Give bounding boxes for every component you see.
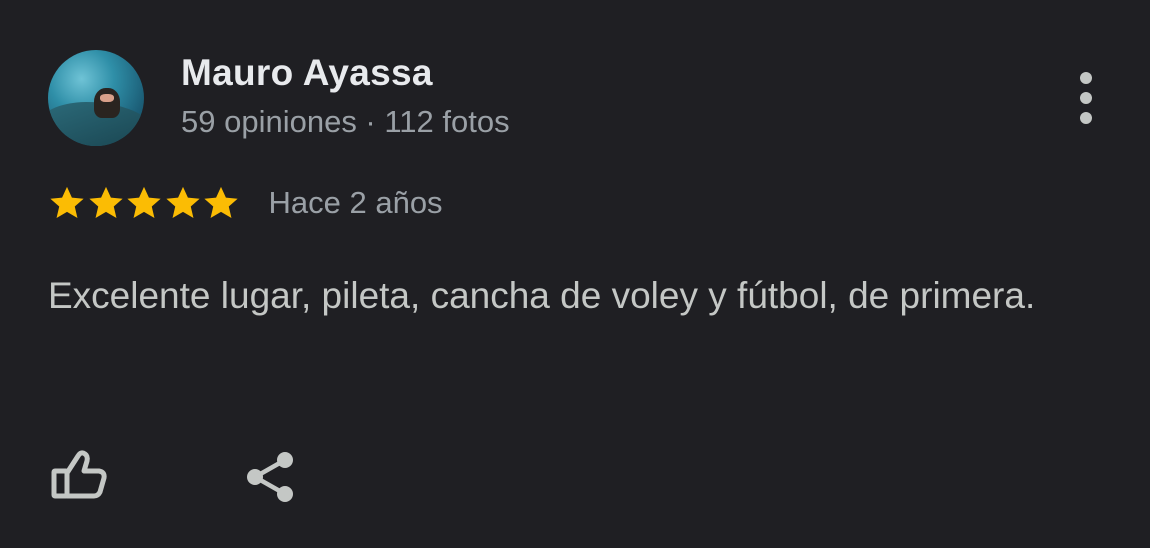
star-icon: [88, 186, 123, 219]
review-card: Mauro Ayassa 59 opiniones · 112 fotos Ha…: [0, 0, 1150, 548]
star-icon: [127, 186, 161, 219]
star-icon: [165, 186, 200, 219]
avatar-photo-mask: [100, 94, 114, 102]
author-meta[interactable]: 59 opiniones · 112 fotos: [181, 106, 510, 137]
more-vertical-icon-dot: [1080, 112, 1092, 124]
like-button[interactable]: [44, 444, 110, 506]
avatar-photo-diver: [94, 88, 120, 118]
share-icon: [247, 452, 293, 502]
review-date: Hace 2 años: [268, 185, 443, 220]
star-icon: [204, 186, 238, 219]
star-rating: [48, 184, 241, 222]
rating-row: Hace 2 años: [48, 182, 443, 224]
more-vertical-icon-dot: [1080, 92, 1092, 104]
more-options-button[interactable]: [1066, 68, 1106, 128]
star-icon: [50, 186, 84, 219]
avatar[interactable]: [48, 50, 144, 146]
more-vertical-icon-dot: [1080, 72, 1092, 84]
review-text: Excelente lugar, pileta, cancha de voley…: [48, 275, 1036, 316]
share-button[interactable]: [240, 446, 302, 508]
author-name[interactable]: Mauro Ayassa: [181, 54, 433, 91]
thumbs-up-icon: [51, 450, 107, 499]
